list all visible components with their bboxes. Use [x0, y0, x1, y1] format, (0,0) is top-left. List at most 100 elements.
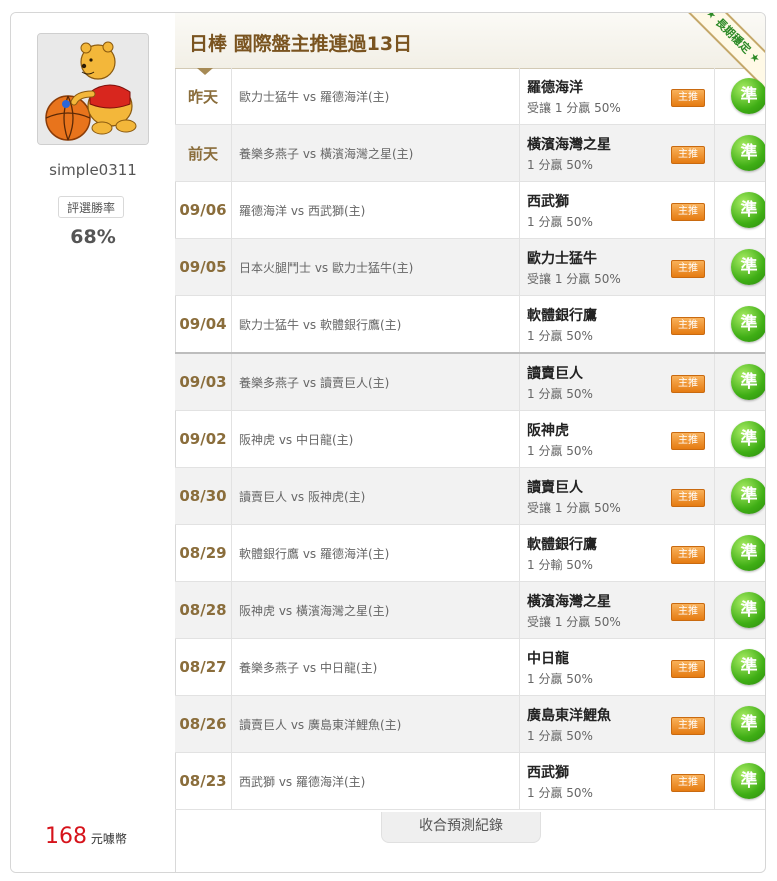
prediction-table: 昨天 歐力士猛牛 vs 羅德海洋(主) 羅德海洋 受讓 1 分贏 50% 主推準前天 養樂… — [175, 68, 765, 810]
correct-result-icon: 準 — [731, 135, 765, 171]
correct-result-icon: 準 — [731, 535, 765, 571]
table-row: 08/29 軟體銀行鷹 vs 羅德海洋(主) 軟體銀行鷹 1 分輸 50% 主推準 — [175, 524, 765, 582]
coins-price: 168 元噱幣 — [45, 824, 127, 849]
row-date: 08/30 — [175, 467, 232, 525]
row-matchup[interactable]: 養樂多燕子 vs 讀賣巨人(主) — [231, 353, 520, 411]
row-result: 準 — [714, 581, 765, 639]
row-matchup[interactable]: 軟體銀行鷹 vs 羅德海洋(主) — [231, 524, 520, 582]
main-pick-badge: 主推 — [671, 317, 705, 335]
row-result: 準 — [714, 124, 765, 182]
row-pick: 西武獅 1 分贏 50% 主推 — [519, 181, 715, 239]
row-result: 準 — [714, 752, 765, 810]
correct-result-icon: 準 — [731, 763, 765, 799]
row-date: 前天 — [175, 124, 232, 182]
coins-amount: 168 — [45, 824, 87, 849]
row-matchup[interactable]: 歐力士猛牛 vs 羅德海洋(主) — [231, 68, 520, 125]
correct-result-icon: 準 — [731, 478, 765, 514]
row-matchup[interactable]: 讀賣巨人 vs 阪神虎(主) — [231, 467, 520, 525]
row-pick: 羅德海洋 受讓 1 分贏 50% 主推 — [519, 68, 715, 125]
correct-result-icon: 準 — [731, 249, 765, 285]
coins-unit: 元噱幣 — [90, 832, 127, 846]
row-matchup[interactable]: 阪神虎 vs 橫濱海灣之星(主) — [231, 581, 520, 639]
row-pick: 軟體銀行鷹 1 分輸 50% 主推 — [519, 524, 715, 582]
row-pick: 橫濱海灣之星 1 分贏 50% 主推 — [519, 124, 715, 182]
row-pick: 歐力士猛牛 受讓 1 分贏 50% 主推 — [519, 238, 715, 296]
row-pick: 中日龍 1 分贏 50% 主推 — [519, 638, 715, 696]
collapse-records-button[interactable]: 收合預測紀錄 — [381, 812, 541, 843]
row-result: 準 — [714, 181, 765, 239]
row-result: 準 — [714, 638, 765, 696]
correct-result-icon: 準 — [731, 78, 765, 114]
table-row: 08/26 讀賣巨人 vs 廣島東洋鯉魚(主) 廣島東洋鯉魚 1 分贏 50% 主推準 — [175, 695, 765, 753]
table-row: 08/28 阪神虎 vs 橫濱海灣之星(主) 橫濱海灣之星 受讓 1 分贏 50% 主推… — [175, 581, 765, 639]
correct-result-icon: 準 — [731, 649, 765, 685]
main-pick-badge: 主推 — [671, 660, 705, 678]
row-result: 準 — [714, 295, 765, 354]
panel-header: 日棒 國際盤主推連過13日 ★ 長期穩定 ★ — [175, 13, 765, 89]
page-title: 日棒 國際盤主推連過13日 — [189, 33, 413, 55]
main-pick-badge: 主推 — [671, 203, 705, 221]
main-pick-badge: 主推 — [671, 603, 705, 621]
row-matchup[interactable]: 羅德海洋 vs 西武獅(主) — [231, 181, 520, 239]
row-pick: 橫濱海灣之星 受讓 1 分贏 50% 主推 — [519, 581, 715, 639]
main-pick-badge: 主推 — [671, 717, 705, 735]
table-row: 08/23 西武獅 vs 羅德海洋(主) 西武獅 1 分贏 50% 主推準 — [175, 752, 765, 810]
row-result: 準 — [714, 467, 765, 525]
row-result: 準 — [714, 238, 765, 296]
main-pick-badge: 主推 — [671, 89, 705, 107]
main-pick-badge: 主推 — [671, 774, 705, 792]
table-row: 09/04 歐力士猛牛 vs 軟體銀行鷹(主) 軟體銀行鷹 1 分贏 50% 主推準 — [175, 295, 765, 354]
table-row: 昨天 歐力士猛牛 vs 羅德海洋(主) 羅德海洋 受讓 1 分贏 50% 主推準 — [175, 68, 765, 125]
correct-result-icon: 準 — [731, 592, 765, 628]
main-pick-badge: 主推 — [671, 260, 705, 278]
row-date: 09/04 — [175, 295, 232, 354]
row-date: 08/26 — [175, 695, 232, 753]
correct-result-icon: 準 — [731, 421, 765, 457]
table-row: 09/05 日本火腿鬥士 vs 歐力士猛牛(主) 歐力士猛牛 受讓 1 分贏 50% 主… — [175, 238, 765, 296]
star-icon: ★ — [746, 49, 763, 66]
row-matchup[interactable]: 讀賣巨人 vs 廣島東洋鯉魚(主) — [231, 695, 520, 753]
row-result: 準 — [714, 68, 765, 125]
prediction-card: simple0311 評選勝率 68% 168 元噱幣 日棒 國際盤主推連過13… — [10, 12, 766, 873]
row-date: 09/06 — [175, 181, 232, 239]
table-row: 08/27 養樂多燕子 vs 中日龍(主) 中日龍 1 分贏 50% 主推準 — [175, 638, 765, 696]
row-pick: 軟體銀行鷹 1 分贏 50% 主推 — [519, 295, 715, 354]
row-pick: 西武獅 1 分贏 50% 主推 — [519, 752, 715, 810]
table-row: 09/03 養樂多燕子 vs 讀賣巨人(主) 讀賣巨人 1 分贏 50% 主推準 — [175, 353, 765, 411]
ribbon-label: 長期穩定 — [712, 15, 754, 57]
main-pick-badge: 主推 — [671, 546, 705, 564]
row-date: 08/27 — [175, 638, 232, 696]
row-date: 09/02 — [175, 410, 232, 468]
row-matchup[interactable]: 阪神虎 vs 中日龍(主) — [231, 410, 520, 468]
row-result: 準 — [714, 410, 765, 468]
row-result: 準 — [714, 695, 765, 753]
main-pick-badge: 主推 — [671, 432, 705, 450]
user-avatar[interactable] — [37, 33, 149, 145]
row-date: 09/03 — [175, 353, 232, 411]
row-matchup[interactable]: 養樂多燕子 vs 中日龍(主) — [231, 638, 520, 696]
row-result: 準 — [714, 353, 765, 411]
correct-result-icon: 準 — [731, 306, 765, 342]
row-date: 09/05 — [175, 238, 232, 296]
row-matchup[interactable]: 歐力士猛牛 vs 軟體銀行鷹(主) — [231, 295, 520, 354]
win-rate-label: 評選勝率 — [58, 196, 124, 218]
row-matchup[interactable]: 日本火腿鬥士 vs 歐力士猛牛(主) — [231, 238, 520, 296]
row-result: 準 — [714, 524, 765, 582]
main-pick-badge: 主推 — [671, 489, 705, 507]
correct-result-icon: 準 — [731, 192, 765, 228]
predictions-panel: 日棒 國際盤主推連過13日 ★ 長期穩定 ★ 昨天 歐力士猛牛 vs 羅德海洋(主… — [175, 13, 765, 872]
row-date: 昨天 — [175, 68, 232, 125]
row-pick: 讀賣巨人 受讓 1 分贏 50% 主推 — [519, 467, 715, 525]
main-pick-badge: 主推 — [671, 146, 705, 164]
main-pick-badge: 主推 — [671, 375, 705, 393]
table-row: 09/06 羅德海洋 vs 西武獅(主) 西武獅 1 分贏 50% 主推準 — [175, 181, 765, 239]
correct-result-icon: 準 — [731, 706, 765, 742]
table-row: 09/02 阪神虎 vs 中日龍(主) 阪神虎 1 分贏 50% 主推準 — [175, 410, 765, 468]
row-matchup[interactable]: 養樂多燕子 vs 橫濱海灣之星(主) — [231, 124, 520, 182]
pooh-avatar-image — [38, 34, 148, 144]
row-matchup[interactable]: 西武獅 vs 羅德海洋(主) — [231, 752, 520, 810]
username[interactable]: simple0311 — [11, 161, 175, 179]
correct-result-icon: 準 — [731, 364, 765, 400]
win-rate-value: 68% — [70, 226, 116, 248]
user-panel: simple0311 評選勝率 68% 168 元噱幣 — [11, 13, 176, 872]
